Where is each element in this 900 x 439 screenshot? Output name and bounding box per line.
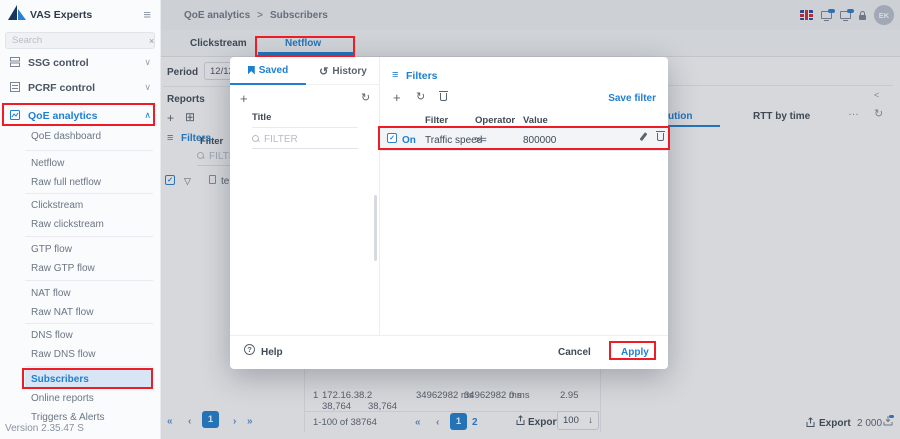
sidebar-group-label: QoE analytics bbox=[28, 110, 97, 122]
sidebar-group-ssg[interactable]: SSG control ∨ bbox=[0, 53, 161, 73]
divider bbox=[25, 280, 153, 281]
sidebar-item-online-reports[interactable]: Online reports bbox=[31, 393, 94, 404]
sidebar-group-label: SSG control bbox=[28, 57, 89, 69]
filters-header: Filters bbox=[406, 70, 438, 83]
column-header-operator: Operator bbox=[475, 115, 515, 126]
sidebar-item-raw-gtp-flow[interactable]: Raw GTP flow bbox=[31, 263, 95, 274]
chevron-down-icon: ∨ bbox=[144, 57, 151, 68]
sidebar-item-qoe-dashboard[interactable]: QoE dashboard bbox=[31, 131, 101, 142]
apply-button[interactable]: Apply bbox=[621, 347, 649, 359]
title-column-header: Title bbox=[252, 112, 271, 123]
add-saved-icon[interactable]: + bbox=[240, 91, 248, 107]
add-filter-icon[interactable]: + bbox=[393, 90, 401, 106]
version-label: Version 2.35.47 S bbox=[5, 423, 84, 435]
sidebar-item-subscribers[interactable]: Subscribers bbox=[25, 370, 152, 389]
divider bbox=[25, 150, 153, 151]
chevron-down-icon: ∨ bbox=[144, 82, 151, 93]
modal-left-pane: Saved ↺ History + ↻ Title bbox=[230, 57, 380, 335]
trash-icon[interactable] bbox=[657, 133, 664, 141]
divider bbox=[252, 127, 358, 128]
tab-saved[interactable]: Saved bbox=[230, 57, 306, 85]
sidebar-item-gtp-flow[interactable]: GTP flow bbox=[31, 244, 72, 255]
scrollbar[interactable] bbox=[374, 195, 377, 261]
app-root: VAS Experts ≡ × SSG control ∨ PCRF contr… bbox=[0, 0, 900, 439]
saved-filter-search-input[interactable] bbox=[264, 134, 334, 145]
modal-footer bbox=[230, 335, 668, 369]
qoe-analytics-icon bbox=[9, 109, 21, 121]
brand-title: VAS Experts bbox=[30, 9, 92, 22]
sidebar-item-clickstream[interactable]: Clickstream bbox=[31, 200, 83, 211]
divider bbox=[25, 193, 153, 194]
search-input[interactable] bbox=[6, 35, 144, 46]
sidebar-item-nat-flow[interactable]: NAT flow bbox=[31, 288, 71, 299]
save-filter-button[interactable]: Save filter bbox=[608, 93, 656, 105]
help-icon[interactable]: ? bbox=[244, 344, 255, 355]
refresh-icon[interactable]: ↻ bbox=[361, 92, 370, 105]
sidebar-item-dns-flow[interactable]: DNS flow bbox=[31, 330, 73, 341]
filters-modal: Saved ↺ History + ↻ Title ≡ Filters + ↻ … bbox=[230, 57, 668, 369]
sidebar-item-raw-dns-flow[interactable]: Raw DNS flow bbox=[31, 349, 95, 360]
help-button[interactable]: Help bbox=[261, 347, 283, 359]
tab-saved-label: Saved bbox=[259, 65, 288, 76]
filter-state: On bbox=[402, 135, 416, 147]
filter-name-cell[interactable]: Traffic speed bbox=[425, 135, 482, 147]
vas-experts-logo-icon bbox=[7, 5, 27, 21]
tab-history[interactable]: ↺ History bbox=[306, 57, 380, 85]
clear-search-icon[interactable]: × bbox=[144, 36, 159, 46]
sidebar-group-qoe-analytics[interactable]: QoE analytics ∧ bbox=[0, 106, 161, 126]
sidebar-group-label: PCRF control bbox=[28, 82, 95, 94]
sidebar-item-raw-full-netflow[interactable]: Raw full netflow bbox=[31, 177, 101, 188]
bookmark-icon bbox=[248, 66, 255, 75]
filter-value-cell[interactable]: 800000 bbox=[523, 135, 556, 147]
column-header-filter: Filter bbox=[425, 115, 448, 126]
filter-enabled-checkbox[interactable]: ✓ bbox=[387, 133, 397, 143]
divider bbox=[25, 366, 153, 367]
sidebar-group-pcrf[interactable]: PCRF control ∨ bbox=[0, 78, 161, 98]
filter-operator-cell[interactable]: >= bbox=[475, 135, 487, 147]
trash-icon[interactable] bbox=[440, 93, 447, 101]
tab-history-label: History bbox=[332, 66, 366, 77]
sidebar-item-raw-nat-flow[interactable]: Raw NAT flow bbox=[31, 307, 93, 318]
sidebar-item-triggers-alerts[interactable]: Triggers & Alerts bbox=[31, 412, 105, 423]
sidebar-search[interactable]: × bbox=[5, 32, 155, 49]
divider bbox=[25, 323, 153, 324]
history-icon: ↺ bbox=[319, 65, 328, 78]
cancel-button[interactable]: Cancel bbox=[558, 347, 591, 359]
chevron-up-icon: ∧ bbox=[144, 110, 151, 121]
refresh-icon[interactable]: ↻ bbox=[416, 91, 425, 104]
saved-filter-search[interactable] bbox=[252, 131, 358, 149]
sidebar-item-netflow[interactable]: Netflow bbox=[31, 158, 64, 169]
list-icon: ≡ bbox=[392, 69, 398, 82]
hamburger-icon[interactable]: ≡ bbox=[143, 7, 151, 23]
divider bbox=[25, 236, 153, 237]
column-header-value: Value bbox=[523, 115, 548, 126]
ssg-icon bbox=[9, 56, 21, 68]
search-icon bbox=[252, 135, 261, 144]
sidebar-item-raw-clickstream[interactable]: Raw clickstream bbox=[31, 219, 104, 230]
sidebar: VAS Experts ≡ × SSG control ∨ PCRF contr… bbox=[0, 0, 161, 439]
pcrf-icon bbox=[9, 81, 21, 93]
